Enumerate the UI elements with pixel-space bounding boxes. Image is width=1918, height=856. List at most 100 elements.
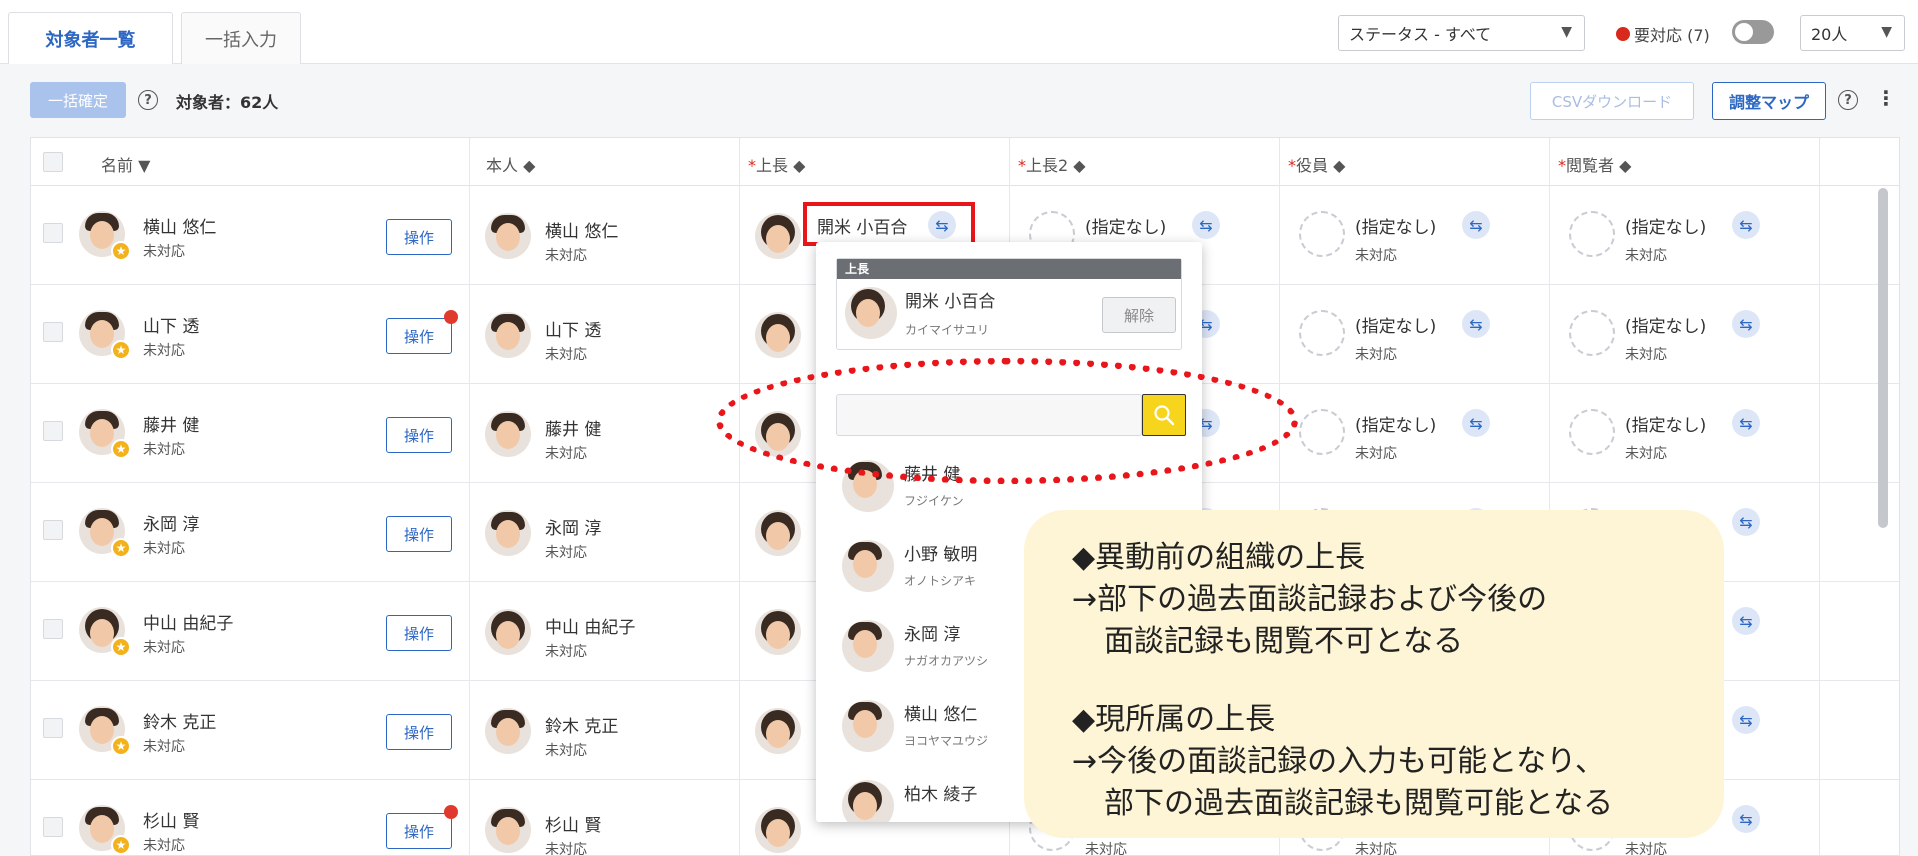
swap-icon[interactable]: ⇆ — [1732, 508, 1760, 536]
help-icon[interactable]: ? — [1838, 90, 1858, 110]
status-filter-label: ステータス - すべて — [1349, 25, 1492, 44]
exec-empty-avatar — [1299, 211, 1345, 257]
candidate-kana: ヨコヤマユウジ — [904, 734, 989, 748]
target-count: 対象者：62人 — [176, 93, 279, 112]
exec-none: (指定なし) — [1355, 317, 1437, 337]
column-header-boss-label: 上長 ◆ — [756, 156, 806, 175]
star-icon: ★ — [111, 340, 131, 360]
column-header-viewer-label: 閲覧者 ◆ — [1566, 156, 1632, 175]
row-checkbox[interactable] — [43, 520, 63, 540]
self-name: 藤井 健 — [545, 420, 602, 440]
callout-line-2: →部下の過去面談記録および今後の — [1072, 582, 1548, 617]
self-status: 未対応 — [545, 446, 587, 462]
explanation-callout: ◆異動前の組織の上長 →部下の過去面談記録および今後の 面談記録も閲覧不可となる… — [1024, 510, 1724, 838]
adjust-map-button[interactable]: 調整マップ — [1712, 82, 1826, 120]
self-status: 未対応 — [545, 644, 587, 660]
viewer-empty-avatar — [1569, 310, 1615, 356]
alert-dot-icon — [1616, 27, 1630, 41]
avatar — [845, 287, 897, 339]
swap-icon[interactable]: ⇆ — [1732, 805, 1760, 833]
toggle-knob — [1735, 23, 1753, 41]
boss2-status: 未対応 — [1085, 842, 1127, 856]
tab-target-list[interactable]: 対象者一覧 — [8, 12, 173, 64]
row-checkbox[interactable] — [43, 223, 63, 243]
swap-icon[interactable]: ⇆ — [1462, 310, 1490, 338]
release-button[interactable]: 解除 — [1102, 297, 1176, 333]
select-all-checkbox[interactable] — [43, 152, 63, 172]
person-name: 中山 由紀子 — [143, 614, 234, 634]
operate-button[interactable]: 操作 — [386, 417, 452, 453]
person-name: 永岡 淳 — [143, 515, 200, 535]
star-icon: ★ — [111, 241, 131, 261]
row-checkbox[interactable] — [43, 718, 63, 738]
required-mark: * — [1558, 156, 1566, 175]
swap-icon[interactable]: ⇆ — [1732, 409, 1760, 437]
help-icon[interactable]: ? — [138, 90, 158, 110]
star-icon: ★ — [111, 538, 131, 558]
candidate-name: 横山 悠仁 — [904, 705, 978, 725]
avatar — [485, 609, 531, 655]
row-checkbox[interactable] — [43, 421, 63, 441]
row-checkbox[interactable] — [43, 817, 63, 837]
self-status: 未対応 — [545, 347, 587, 363]
tab-bulk-input[interactable]: 一括入力 — [181, 12, 301, 64]
exec-status: 未対応 — [1355, 842, 1397, 856]
person-status: 未対応 — [143, 244, 185, 260]
page-size-select[interactable]: 20人 ▼ — [1800, 15, 1905, 51]
current-boss-card: 上長 開米 小百合 カイマイサユリ 解除 — [836, 258, 1182, 350]
boss-highlight-box — [803, 202, 975, 246]
swap-icon[interactable]: ⇆ — [1732, 211, 1760, 239]
operate-button[interactable]: 操作 — [386, 714, 452, 750]
chevron-down-icon: ▼ — [1561, 24, 1572, 40]
viewer-none: (指定なし) — [1625, 317, 1707, 337]
avatar — [755, 708, 801, 754]
avatar — [755, 312, 801, 358]
person-status: 未対応 — [143, 442, 185, 458]
viewer-none: (指定なし) — [1625, 416, 1707, 436]
column-header-exec-label: 役員 ◆ — [1296, 156, 1346, 175]
viewer-status: 未対応 — [1625, 248, 1667, 264]
candidate-name: 永岡 淳 — [904, 625, 961, 645]
status-filter-select[interactable]: ステータス - すべて ▼ — [1338, 15, 1585, 51]
row-checkbox[interactable] — [43, 322, 63, 342]
column-header-boss[interactable]: *上長 ◆ — [748, 152, 805, 176]
person-name: 山下 透 — [143, 317, 200, 337]
star-icon: ★ — [111, 637, 131, 657]
row-checkbox[interactable] — [43, 619, 63, 639]
swap-icon[interactable]: ⇆ — [1732, 607, 1760, 635]
avatar — [485, 312, 531, 358]
avatar — [485, 708, 531, 754]
swap-icon[interactable]: ⇆ — [1732, 310, 1760, 338]
callout-line-3: 面談記録も閲覧不可となる — [1104, 624, 1464, 659]
bulk-confirm-button[interactable]: 一括確定 — [30, 82, 126, 118]
callout-line-5: →今後の面談記録の入力も可能となり、 — [1072, 744, 1606, 779]
exec-empty-avatar — [1299, 310, 1345, 356]
operate-button[interactable]: 操作 — [386, 318, 452, 354]
column-header-name[interactable]: 名前 ▼ — [101, 152, 150, 176]
operate-button[interactable]: 操作 — [386, 615, 452, 651]
operate-button[interactable]: 操作 — [386, 813, 452, 849]
column-header-boss2[interactable]: *上長2 ◆ — [1018, 152, 1086, 176]
notification-dot — [444, 805, 458, 819]
person-status: 未対応 — [143, 541, 185, 557]
callout-line-1: ◆異動前の組織の上長 — [1072, 540, 1366, 575]
column-header-viewer[interactable]: *閲覧者 ◆ — [1558, 152, 1631, 176]
swap-icon[interactable]: ⇆ — [1462, 409, 1490, 437]
table-scrollbar[interactable] — [1878, 188, 1888, 528]
self-name: 永岡 淳 — [545, 519, 602, 539]
operate-button[interactable]: 操作 — [386, 516, 452, 552]
callout-line-6: 部下の過去面談記録も閲覧可能となる — [1104, 786, 1614, 821]
swap-icon[interactable]: ⇆ — [1462, 211, 1490, 239]
column-header-self[interactable]: 本人 ◆ — [486, 152, 535, 176]
column-header-exec[interactable]: *役員 ◆ — [1288, 152, 1345, 176]
self-status: 未対応 — [545, 743, 587, 759]
avatar — [842, 620, 894, 672]
csv-download-button[interactable]: CSVダウンロード — [1530, 82, 1694, 120]
operate-button[interactable]: 操作 — [386, 219, 452, 255]
more-menu-icon[interactable]: ⋮ — [1876, 86, 1896, 110]
needs-action-label: 要対応 (7) — [1634, 26, 1710, 45]
needs-action-toggle[interactable] — [1732, 20, 1774, 44]
swap-icon[interactable]: ⇆ — [1732, 706, 1760, 734]
swap-icon[interactable]: ⇆ — [1192, 211, 1220, 239]
required-mark: * — [1288, 156, 1296, 175]
